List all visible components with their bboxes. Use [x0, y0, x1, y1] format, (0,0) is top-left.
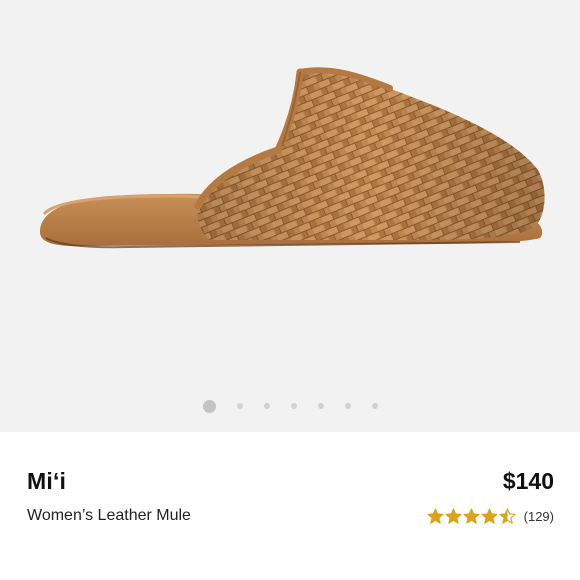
- carousel-dot-2[interactable]: [236, 403, 243, 409]
- star-full-icon: [481, 508, 498, 524]
- carousel-dot-5[interactable]: [317, 403, 324, 409]
- carousel-dot-7[interactable]: [371, 403, 378, 409]
- product-info: Mi‘i Women’s Leather Mule $140 (129): [0, 432, 580, 580]
- carousel-dot-3[interactable]: [263, 403, 270, 409]
- rating[interactable]: (129): [427, 508, 554, 525]
- review-count[interactable]: (129): [524, 509, 554, 524]
- star-half-icon: [499, 508, 516, 524]
- star-full-icon: [427, 508, 444, 524]
- product-name: Women’s Leather Mule: [27, 507, 191, 524]
- carousel-indicators: [0, 399, 580, 413]
- star-full-icon: [445, 508, 462, 524]
- carousel-dot-4[interactable]: [290, 403, 297, 409]
- brand-name[interactable]: Mi‘i: [27, 468, 66, 495]
- carousel-dot-1[interactable]: [202, 399, 216, 413]
- product-image[interactable]: [0, 0, 580, 432]
- product-image-gallery[interactable]: [0, 0, 580, 432]
- carousel-dot-6[interactable]: [344, 403, 351, 409]
- star-rating: [427, 508, 516, 525]
- product-price: $140: [502, 468, 554, 494]
- star-full-icon: [463, 508, 480, 524]
